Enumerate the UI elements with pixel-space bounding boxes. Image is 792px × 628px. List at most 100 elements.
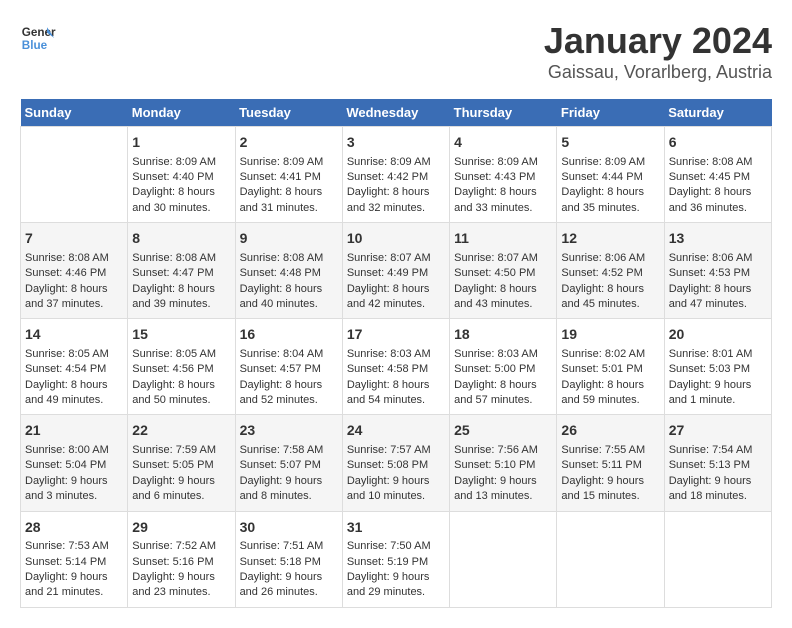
cell-info: Daylight: 8 hours (454, 282, 552, 297)
calendar-cell (450, 511, 557, 607)
cell-info: Daylight: 8 hours (25, 378, 123, 393)
cell-info: Sunrise: 8:07 AM (347, 251, 445, 266)
day-number: 8 (132, 229, 230, 249)
calendar-cell: 6Sunrise: 8:08 AMSunset: 4:45 PMDaylight… (664, 127, 771, 223)
cell-info: and 50 minutes. (132, 393, 230, 408)
cell-info: Daylight: 9 hours (132, 474, 230, 489)
cell-info: Sunset: 4:48 PM (240, 266, 338, 281)
calendar-cell (21, 127, 128, 223)
day-number: 20 (669, 325, 767, 345)
day-number: 6 (669, 133, 767, 153)
day-number: 16 (240, 325, 338, 345)
cell-info: Sunset: 4:43 PM (454, 170, 552, 185)
cell-info: Sunset: 5:01 PM (561, 362, 659, 377)
cell-info: Sunset: 5:18 PM (240, 555, 338, 570)
cell-info: Sunrise: 7:55 AM (561, 443, 659, 458)
day-number: 9 (240, 229, 338, 249)
calendar-week-row: 14Sunrise: 8:05 AMSunset: 4:54 PMDayligh… (21, 319, 772, 415)
cell-info: and 6 minutes. (132, 489, 230, 504)
cell-info: Sunset: 4:44 PM (561, 170, 659, 185)
day-number: 13 (669, 229, 767, 249)
calendar-cell: 31Sunrise: 7:50 AMSunset: 5:19 PMDayligh… (342, 511, 449, 607)
cell-info: Sunrise: 7:56 AM (454, 443, 552, 458)
cell-info: Sunrise: 8:05 AM (132, 347, 230, 362)
cell-info: and 1 minute. (669, 393, 767, 408)
calendar-cell: 23Sunrise: 7:58 AMSunset: 5:07 PMDayligh… (235, 415, 342, 511)
weekday-header: Monday (128, 99, 235, 127)
cell-info: Sunset: 4:46 PM (25, 266, 123, 281)
cell-info: Sunrise: 8:09 AM (240, 155, 338, 170)
cell-info: and 33 minutes. (454, 201, 552, 216)
calendar-cell: 10Sunrise: 8:07 AMSunset: 4:49 PMDayligh… (342, 223, 449, 319)
cell-info: Sunset: 4:53 PM (669, 266, 767, 281)
cell-info: Sunset: 5:04 PM (25, 458, 123, 473)
cell-info: and 31 minutes. (240, 201, 338, 216)
cell-info: and 57 minutes. (454, 393, 552, 408)
weekday-header-row: SundayMondayTuesdayWednesdayThursdayFrid… (21, 99, 772, 127)
cell-info: Sunrise: 8:03 AM (347, 347, 445, 362)
day-number: 21 (25, 421, 123, 441)
calendar-cell: 27Sunrise: 7:54 AMSunset: 5:13 PMDayligh… (664, 415, 771, 511)
weekday-header: Sunday (21, 99, 128, 127)
cell-info: Daylight: 8 hours (347, 185, 445, 200)
cell-info: and 37 minutes. (25, 297, 123, 312)
cell-info: Sunset: 5:19 PM (347, 555, 445, 570)
day-number: 18 (454, 325, 552, 345)
cell-info: and 15 minutes. (561, 489, 659, 504)
logo: General Blue (20, 20, 56, 56)
cell-info: Sunset: 4:57 PM (240, 362, 338, 377)
calendar-cell: 4Sunrise: 8:09 AMSunset: 4:43 PMDaylight… (450, 127, 557, 223)
cell-info: Daylight: 8 hours (454, 185, 552, 200)
calendar-table: SundayMondayTuesdayWednesdayThursdayFrid… (20, 99, 772, 608)
cell-info: and 52 minutes. (240, 393, 338, 408)
cell-info: and 42 minutes. (347, 297, 445, 312)
day-number: 3 (347, 133, 445, 153)
cell-info: and 40 minutes. (240, 297, 338, 312)
day-number: 24 (347, 421, 445, 441)
cell-info: Sunrise: 7:50 AM (347, 539, 445, 554)
cell-info: and 59 minutes. (561, 393, 659, 408)
cell-info: Daylight: 9 hours (25, 570, 123, 585)
calendar-cell: 8Sunrise: 8:08 AMSunset: 4:47 PMDaylight… (128, 223, 235, 319)
cell-info: Sunset: 4:45 PM (669, 170, 767, 185)
cell-info: Sunset: 5:00 PM (454, 362, 552, 377)
day-number: 1 (132, 133, 230, 153)
cell-info: Sunset: 5:03 PM (669, 362, 767, 377)
cell-info: Sunset: 4:41 PM (240, 170, 338, 185)
cell-info: Daylight: 8 hours (669, 282, 767, 297)
logo-icon: General Blue (20, 20, 56, 56)
cell-info: Sunrise: 8:01 AM (669, 347, 767, 362)
cell-info: Sunset: 4:56 PM (132, 362, 230, 377)
calendar-cell: 5Sunrise: 8:09 AMSunset: 4:44 PMDaylight… (557, 127, 664, 223)
cell-info: Sunrise: 8:09 AM (347, 155, 445, 170)
cell-info: Sunrise: 8:04 AM (240, 347, 338, 362)
calendar-cell: 15Sunrise: 8:05 AMSunset: 4:56 PMDayligh… (128, 319, 235, 415)
cell-info: Sunrise: 8:08 AM (25, 251, 123, 266)
calendar-cell: 24Sunrise: 7:57 AMSunset: 5:08 PMDayligh… (342, 415, 449, 511)
cell-info: Daylight: 9 hours (347, 570, 445, 585)
cell-info: Sunrise: 8:03 AM (454, 347, 552, 362)
calendar-cell: 14Sunrise: 8:05 AMSunset: 4:54 PMDayligh… (21, 319, 128, 415)
cell-info: Sunset: 4:58 PM (347, 362, 445, 377)
cell-info: and 23 minutes. (132, 585, 230, 600)
calendar-cell: 1Sunrise: 8:09 AMSunset: 4:40 PMDaylight… (128, 127, 235, 223)
cell-info: Sunrise: 8:00 AM (25, 443, 123, 458)
cell-info: Sunrise: 7:58 AM (240, 443, 338, 458)
svg-text:Blue: Blue (22, 39, 48, 52)
day-number: 31 (347, 518, 445, 538)
calendar-cell: 19Sunrise: 8:02 AMSunset: 5:01 PMDayligh… (557, 319, 664, 415)
calendar-cell: 13Sunrise: 8:06 AMSunset: 4:53 PMDayligh… (664, 223, 771, 319)
cell-info: and 26 minutes. (240, 585, 338, 600)
cell-info: Sunrise: 8:05 AM (25, 347, 123, 362)
calendar-cell: 22Sunrise: 7:59 AMSunset: 5:05 PMDayligh… (128, 415, 235, 511)
cell-info: Daylight: 8 hours (25, 282, 123, 297)
calendar-cell: 20Sunrise: 8:01 AMSunset: 5:03 PMDayligh… (664, 319, 771, 415)
cell-info: Sunset: 4:40 PM (132, 170, 230, 185)
cell-info: Daylight: 9 hours (132, 570, 230, 585)
day-number: 15 (132, 325, 230, 345)
cell-info: Sunset: 5:11 PM (561, 458, 659, 473)
cell-info: Sunrise: 8:02 AM (561, 347, 659, 362)
day-number: 12 (561, 229, 659, 249)
cell-info: Sunrise: 8:09 AM (454, 155, 552, 170)
cell-info: and 13 minutes. (454, 489, 552, 504)
